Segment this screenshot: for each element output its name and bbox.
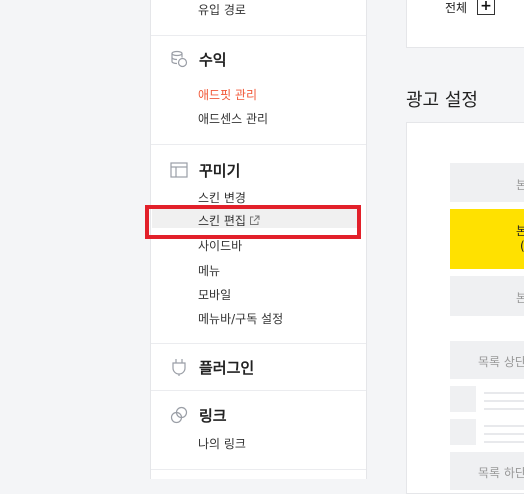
add-button[interactable]: + [477,0,495,15]
sidebar-item-sidebar[interactable]: 사이드바 [198,237,242,254]
text-placeholder [484,441,524,443]
ad-settings-panel: 본 본 ( 본 목록 상단 목록 하단 [406,122,524,494]
divider [151,343,366,344]
slot-label: 본 [516,224,524,238]
section-title-revenue: 수익 [199,50,227,69]
section-title-plugin: 플러그인 [199,358,255,377]
ad-slot-list-bottom[interactable]: 목록 하단 [450,452,524,490]
slot-label: 목록 하단 [478,466,524,480]
thumbnail-placeholder [450,386,476,412]
text-placeholder [484,400,524,402]
text-placeholder [484,425,524,427]
section-customize[interactable]: 꾸미기 [169,160,240,180]
sidebar: 유입 경로 수익 애드핏 관리 애드센스 관리 꾸미기 스킨 변경 스킨 편집 … [150,0,367,479]
plug-icon [169,357,189,377]
all-label: 전체 [445,1,468,15]
divider [151,390,366,391]
section-plugin[interactable]: 플러그인 [169,357,254,377]
text-placeholder [484,392,524,394]
slot-label: 목록 상단 [478,355,524,369]
filter-panel: 전체 + [406,0,524,48]
sidebar-item-adfit[interactable]: 애드핏 관리 [198,86,257,103]
slot-label: 본 [516,291,524,305]
section-title-link: 링크 [199,406,227,425]
section-title-customize: 꾸미기 [199,161,241,180]
text-placeholder [484,433,524,435]
section-link[interactable]: 링크 [169,405,227,425]
sidebar-item-adsense[interactable]: 애드센스 관리 [198,110,268,127]
divider [151,144,366,145]
sidebar-item-my-link[interactable]: 나의 링크 [198,435,246,452]
coins-icon [169,49,189,69]
section-revenue[interactable]: 수익 [169,49,227,69]
sidebar-item-menu[interactable]: 메뉴 [198,262,220,279]
highlight-box [145,205,361,239]
ad-slot[interactable]: 본 [450,163,524,202]
ad-slot-list-top[interactable]: 목록 상단 [450,341,524,379]
page-title: 광고 설정 [406,90,478,111]
sidebar-item-mobile[interactable]: 모바일 [198,286,231,303]
slot-label: ( [520,239,524,253]
divider [151,469,366,470]
thumbnail-placeholder [450,419,476,445]
layout-icon [169,160,189,180]
ad-slot[interactable]: 본 [450,276,524,316]
text-placeholder [484,408,524,410]
sidebar-item-menubar-subscribe[interactable]: 메뉴바/구독 설정 [198,310,283,327]
link-icon [169,405,189,425]
sidebar-item-skin-change[interactable]: 스킨 변경 [198,189,246,206]
ad-slot-selected[interactable]: 본 ( [450,209,524,269]
divider [151,35,366,36]
sidebar-item-inflow-path[interactable]: 유입 경로 [198,1,246,18]
slot-label: 본 [516,178,524,192]
